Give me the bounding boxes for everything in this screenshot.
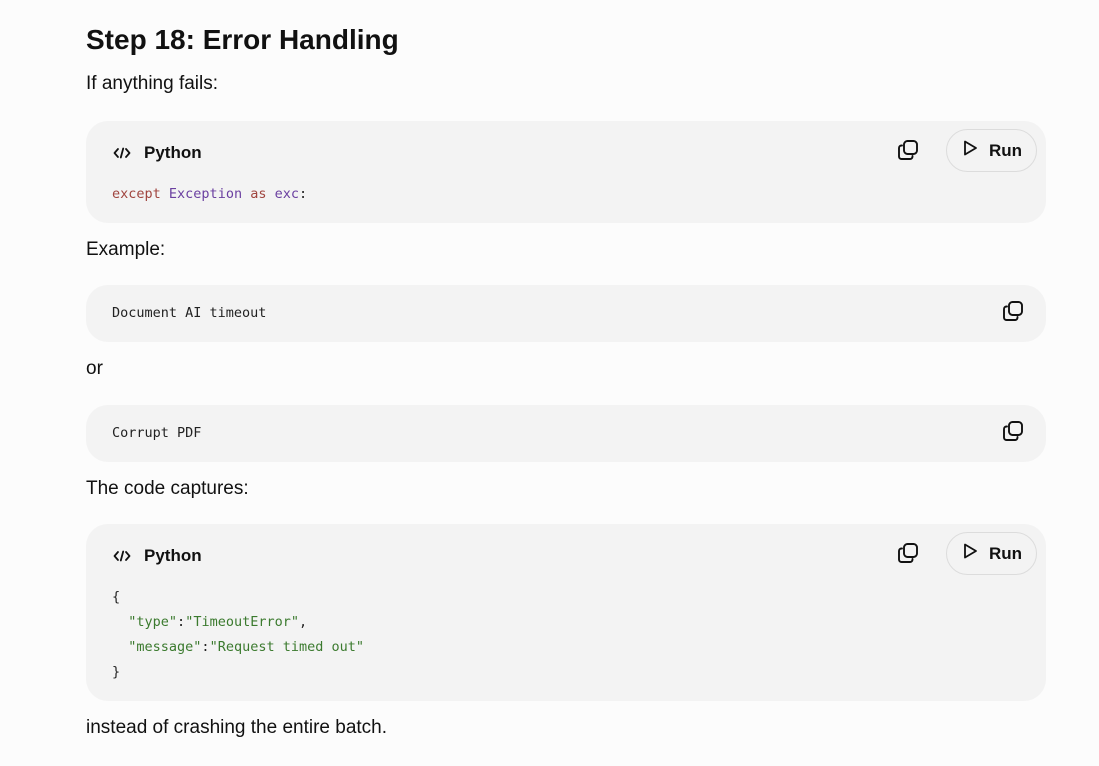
code-language-label: Python — [144, 143, 202, 162]
copy-icon — [896, 138, 920, 167]
code-block-python-2: Python Run { "type":"TimeoutError", "mes… — [86, 524, 1046, 701]
copy-icon — [896, 541, 920, 570]
code-content: { "type":"TimeoutError", "message":"Requ… — [112, 585, 364, 685]
code-keyword: as — [250, 186, 267, 202]
paragraph-outro: instead of crashing the entire batch. — [86, 717, 388, 738]
code-punctuation: : — [299, 186, 308, 202]
code-punctuation: { — [112, 589, 121, 605]
play-icon — [961, 542, 979, 565]
run-button-label: Run — [988, 140, 1023, 160]
run-code-button[interactable]: Run — [946, 129, 1037, 172]
code-icon — [112, 143, 132, 163]
section-heading: Step 18: Error Handling — [86, 24, 399, 55]
run-button-label: Run — [988, 543, 1023, 563]
code-block-python-1: Python Run except Exception as exc: — [86, 121, 1046, 223]
code-icon — [112, 546, 132, 566]
code-language-label: Python — [144, 546, 202, 565]
code-string: "message" — [128, 639, 202, 655]
play-icon — [961, 139, 979, 162]
code-punctuation: } — [112, 664, 121, 680]
code-punctuation: : — [177, 614, 186, 630]
paragraph-intro: If anything fails: — [86, 73, 219, 94]
run-code-button[interactable]: Run — [946, 532, 1037, 575]
copy-code-button[interactable] — [999, 299, 1027, 327]
paragraph-example: Example: — [86, 239, 166, 260]
paragraph-or: or — [86, 358, 103, 379]
code-content: Corrupt PDF — [112, 425, 202, 441]
code-identifier: exc — [274, 186, 300, 202]
copy-icon — [1001, 299, 1025, 328]
code-class-name: Exception — [168, 186, 243, 202]
code-punctuation: : — [201, 639, 210, 655]
copy-code-button[interactable] — [999, 419, 1027, 447]
code-content: Document AI timeout — [112, 305, 267, 321]
code-string: "TimeoutError" — [185, 614, 299, 630]
code-keyword: except — [112, 186, 161, 202]
code-content: except Exception as exc: — [112, 182, 307, 207]
code-block-header: Python — [112, 544, 202, 568]
copy-code-button[interactable] — [894, 138, 922, 166]
copy-icon — [1001, 419, 1025, 448]
code-block-header: Python — [112, 141, 202, 165]
code-block-plain-1: Document AI timeout — [86, 285, 1046, 342]
code-punctuation: , — [298, 614, 308, 630]
code-string: "Request timed out" — [209, 639, 364, 655]
code-string: "type" — [128, 614, 178, 630]
code-block-plain-2: Corrupt PDF — [86, 405, 1046, 462]
paragraph-captures: The code captures: — [86, 478, 249, 499]
copy-code-button[interactable] — [894, 541, 922, 569]
